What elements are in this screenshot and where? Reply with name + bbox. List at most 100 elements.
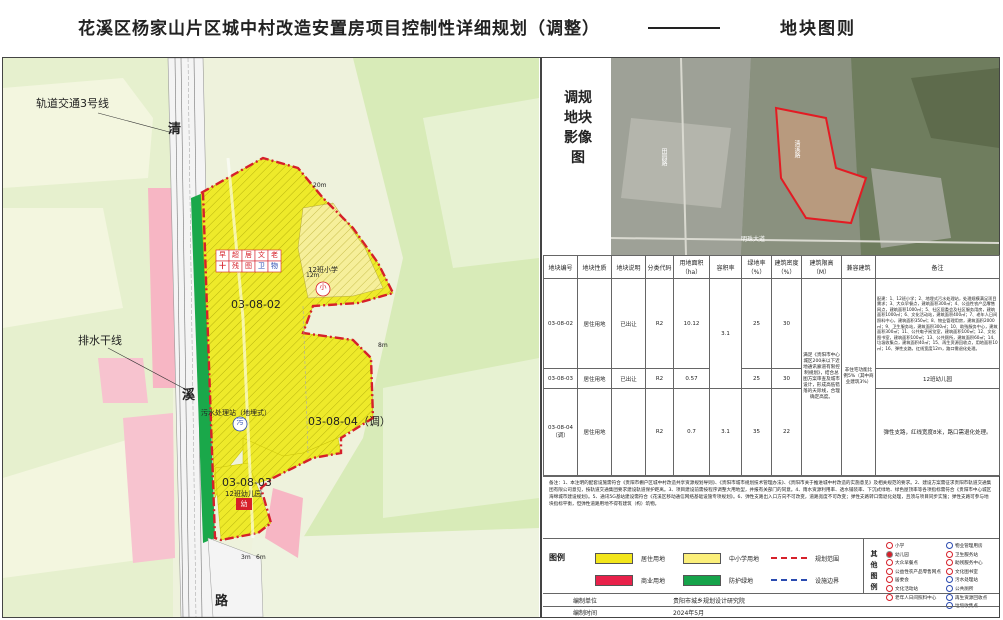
cell-nature: 居住用地 (577, 278, 612, 369)
plot-map[interactable]: 轨道交通3号线 清 排水干线 溪 路 03-08-02 03-08-03 03-… (3, 58, 539, 617)
legend-swatch-boundary (771, 557, 807, 559)
legend-label: 大众早餐点 (895, 561, 918, 567)
cell-remark: 配建：1、12班小学；2、地埋式污水处理站，处理规模满足项目需求；3、大众早餐点… (875, 278, 1000, 369)
legend-item: 污水处理站 (946, 576, 987, 585)
legend-label: 商业用地 (641, 577, 666, 585)
legend-label: 污水处理站 (955, 578, 978, 584)
legend-item: 文化图书室 (946, 567, 987, 577)
table-header-row: 地块编号 地块性质 地块说明 分类代码 用地面积（ha） 容积率 绿地率（%） … (543, 255, 1000, 279)
page-title: 花溪区杨家山片区城中村改造安置房项目控制性详细规划（调整） (78, 19, 600, 39)
notes-block: 备注：1、本注明的配套设施需符合《贵阳市棚户区城中村改造共享资源规划导则》、《贵… (543, 476, 999, 538)
legend-item: 设施边界 (771, 569, 839, 591)
page-subtitle: 地块图则 (780, 19, 856, 39)
legend-label: 防护绿地 (729, 577, 754, 585)
road-char-lu: 路 (215, 594, 229, 609)
cell-nature: 居住用地 (577, 368, 612, 389)
sewage-badge-text: 污 (236, 418, 244, 426)
road-char-xi: 溪 (182, 388, 196, 403)
cell-compat-note: 非住宅功能比例5%（其中商业建筑3%） (841, 278, 876, 476)
cell-density: 30 (771, 368, 802, 389)
legend-label: 卫生服务站 (955, 552, 978, 558)
th-status: 地块说明 (611, 255, 646, 279)
sewage-icon (946, 576, 953, 584)
legend-label: 小学 (895, 544, 905, 549)
legend-item: 公益性农产品零售网点 (886, 567, 941, 577)
cell-far: 3.1 (709, 388, 742, 476)
cell-id: 03-08-04（调） (543, 388, 578, 476)
toilet-icon (946, 584, 953, 592)
cell-far-merged: 3.1 (709, 278, 742, 389)
market-icon (886, 567, 893, 575)
disabled-service-icon (946, 559, 953, 567)
org-value: 贵阳市城乡规划设计研究院 (673, 597, 746, 605)
culture-icon (886, 584, 893, 592)
legend-item: 幼儿园 (886, 550, 941, 560)
width-3m: 3m (241, 554, 251, 561)
legend-label: 居委会 (895, 578, 909, 584)
th-density: 建筑密度（%） (771, 255, 802, 279)
facility-icons-top: 早 超 居 文 老 (216, 250, 281, 261)
th-remark: 备注 (875, 255, 1000, 279)
school-badge-text: 小 (319, 283, 327, 291)
breakfast-icon (886, 559, 893, 567)
satellite-image[interactable]: 田园路 明珠大道 清溪路 (611, 58, 999, 255)
kinder-badge-text: 幼 (240, 500, 248, 508)
cell-nature: 居住用地 (577, 388, 612, 476)
satellite-title: 调规地块影像图 (564, 90, 592, 166)
cell-code: R2 (645, 388, 674, 476)
legend-item: 助残服务中心 (946, 559, 987, 568)
legend-label: 设施边界 (815, 577, 840, 585)
width-6m: 6m (256, 554, 266, 561)
satellite-svg (611, 58, 999, 255)
kinder-label: 12班幼儿园 (225, 490, 262, 498)
rail-label: 轨道交通3号线 (36, 97, 109, 110)
legend-item: 规划范围 (771, 547, 839, 569)
table-row: 03-08-03 居住用地 已出让 R2 0.57 25 30 12班幼儿园 (543, 368, 1000, 389)
title-bar: 花溪区杨家山片区城中村改造安置房项目控制性详细规划（调整） 地块图则 (0, 0, 1003, 55)
library-icon (946, 567, 953, 575)
facility-icons-bottom: 十 残 图 卫 物 (216, 261, 281, 272)
plot-label-03-08-02: 03-08-02 (231, 298, 281, 311)
legend-swatch-residential (595, 552, 633, 564)
legend-label: 物业管理用房 (955, 544, 983, 549)
title-divider (648, 27, 720, 29)
legend-item: 中小学用地 (683, 547, 759, 569)
cell-area: 0.7 (673, 388, 710, 476)
cell-height-note: 满足《贵阳市中心城区200米以下近地通讯廊道有限控制规划》，结合总图方案审查及城… (801, 278, 842, 476)
footer: 编制单位 贵阳市城乡规划设计研究院 编制时间 2024年5月 (543, 593, 999, 618)
table-row: 03-08-02 居住用地 已出让 R2 10.12 3.1 25 30 满足《… (543, 278, 1000, 476)
breakfast-icon: 早 (219, 251, 226, 259)
plot-label-03-08-04: 03-08-04（调） (308, 415, 391, 428)
plot-index-table: 地块编号 地块性质 地块说明 分类代码 用地面积（ha） 容积率 绿地率（%） … (543, 255, 1000, 476)
legend-item: 卫生服务站 (946, 550, 987, 560)
legend-label: 规划范围 (815, 555, 840, 563)
property-icon: 物 (271, 262, 278, 270)
legend-item: 防护绿地 (683, 569, 759, 591)
panel-divider (540, 57, 542, 618)
property-icon (946, 542, 953, 549)
org-label: 编制单位 (573, 597, 598, 605)
legend-swatch-school (683, 552, 721, 564)
th-area: 用地面积（ha） (673, 255, 710, 279)
cell-remark: 12班幼儿园 (875, 368, 1000, 389)
cell-code: R2 (645, 368, 674, 389)
th-code: 分类代码 (645, 255, 674, 279)
legend-item: 大众早餐点 (886, 559, 941, 568)
cell-green: 25 (741, 278, 772, 369)
culture-icon: 文 (258, 251, 265, 259)
legend-item: 物业管理用房 (946, 542, 987, 551)
legend-col-3: 规划范围 设施边界 (771, 547, 839, 591)
cell-area: 0.57 (673, 368, 710, 389)
clinic-icon (946, 550, 953, 558)
cell-green: 25 (741, 368, 772, 389)
legend-item: 小学 (886, 542, 941, 551)
legend-label: 居住用地 (641, 555, 666, 563)
legend-swatch-commercial (595, 574, 633, 586)
cell-density: 30 (771, 278, 802, 369)
legend-label: 文化图书室 (955, 569, 978, 575)
legend-label: 公益性农产品零售网点 (895, 569, 941, 575)
width-8m: 8m (378, 342, 388, 349)
th-id: 地块编号 (543, 255, 578, 279)
legend-label: 公共厕所 (955, 586, 974, 592)
cell-id: 03-08-02 (543, 278, 578, 369)
